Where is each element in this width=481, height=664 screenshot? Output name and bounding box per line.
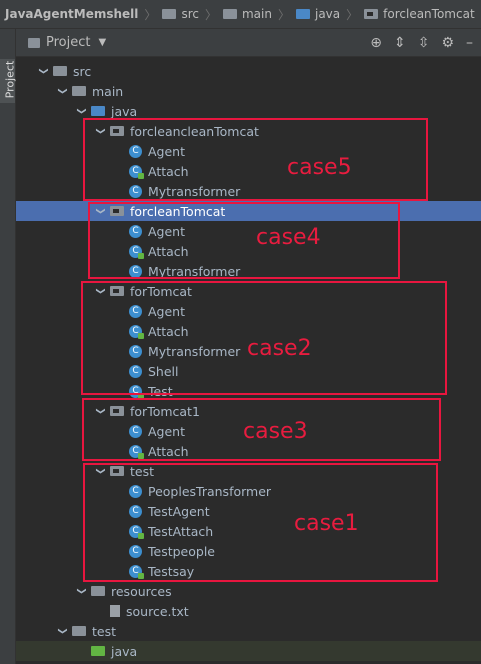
package-icon (364, 9, 379, 19)
chevron-down-icon[interactable]: ❯ (38, 65, 48, 77)
breadcrumb-separator-icon: 〉 (204, 7, 217, 22)
breadcrumb-src[interactable]: src (162, 7, 199, 21)
tree-row[interactable]: ❯ src (16, 61, 481, 81)
tree-row[interactable]: java (16, 641, 481, 661)
annotation-label-case2: case2 (247, 336, 312, 361)
folder-icon (72, 86, 86, 96)
annotation-box-case5 (83, 118, 428, 201)
chevron-down-icon: ▼ (98, 37, 107, 48)
resources-folder-icon (91, 586, 105, 596)
annotation-label-case3: case3 (243, 419, 308, 444)
tree-row-label: java (111, 643, 138, 659)
collapse-all-icon[interactable]: ⇳ (418, 35, 430, 51)
hide-icon[interactable]: – (466, 35, 473, 51)
expand-all-icon[interactable]: ⇕ (394, 35, 406, 51)
breadcrumb-separator-icon: 〉 (346, 7, 359, 22)
annotation-box-case4 (88, 202, 400, 279)
locate-icon[interactable]: ⊕ (370, 35, 382, 51)
tree-row-label: src (73, 63, 92, 79)
tool-window-strip: Project (0, 29, 16, 664)
folder-icon (162, 9, 177, 19)
breadcrumb-separator-icon: 〉 (277, 7, 290, 22)
project-toolbar: Project ▼ ⊕ ⇕ ⇳ ⚙ – (16, 29, 481, 57)
tree-row-label: test (92, 623, 117, 639)
chevron-down-icon[interactable]: ❯ (76, 585, 86, 597)
view-selector[interactable]: Project ▼ (16, 35, 106, 50)
tree-row-label: resources (111, 583, 172, 599)
chevron-down-icon[interactable]: ❯ (57, 85, 67, 97)
chevron-down-icon[interactable]: ❯ (57, 625, 67, 637)
folder-icon (295, 9, 310, 19)
project-view-icon (28, 37, 40, 48)
project-tool-tab-label: Project (3, 60, 17, 99)
test-source-folder-icon (91, 646, 105, 656)
tree-row[interactable]: ❯ test (16, 621, 481, 641)
breadcrumb-src-label: src (181, 7, 199, 21)
tree-row-label: main (92, 83, 124, 99)
breadcrumb-main[interactable]: main (222, 7, 272, 21)
breadcrumb-package[interactable]: forcleanTomcat (364, 7, 475, 21)
folder-icon (222, 9, 237, 19)
breadcrumb: JavaAgentMemshell 〉 src 〉 main 〉 java 〉 … (0, 0, 481, 29)
view-selector-label: Project (46, 35, 91, 50)
breadcrumb-package-label: forcleanTomcat (383, 7, 475, 21)
breadcrumb-java-label: java (314, 7, 341, 21)
breadcrumb-project[interactable]: JavaAgentMemshell (0, 7, 138, 21)
tree-row[interactable]: ❯ main (16, 81, 481, 101)
tree-row-label: java (111, 103, 138, 119)
text-file-icon (110, 605, 120, 617)
folder-icon (72, 626, 86, 636)
tree-row[interactable]: source.txt (16, 601, 481, 621)
tree-row-label: source.txt (126, 603, 189, 619)
breadcrumb-main-label: main (241, 7, 272, 21)
breadcrumb-java[interactable]: java (295, 7, 341, 21)
gear-icon[interactable]: ⚙ (441, 35, 454, 51)
chevron-down-icon[interactable]: ❯ (76, 105, 86, 117)
annotation-label-case5: case5 (287, 155, 352, 180)
source-folder-icon (91, 106, 105, 116)
tree-row[interactable]: ❯ resources (16, 581, 481, 601)
folder-icon (53, 66, 67, 76)
annotation-box-case1 (83, 463, 438, 582)
breadcrumb-separator-icon: 〉 (144, 7, 157, 22)
annotation-label-case4: case4 (256, 225, 321, 250)
annotation-label-case1: case1 (294, 511, 359, 536)
breadcrumb-project-label: JavaAgentMemshell (5, 7, 139, 21)
